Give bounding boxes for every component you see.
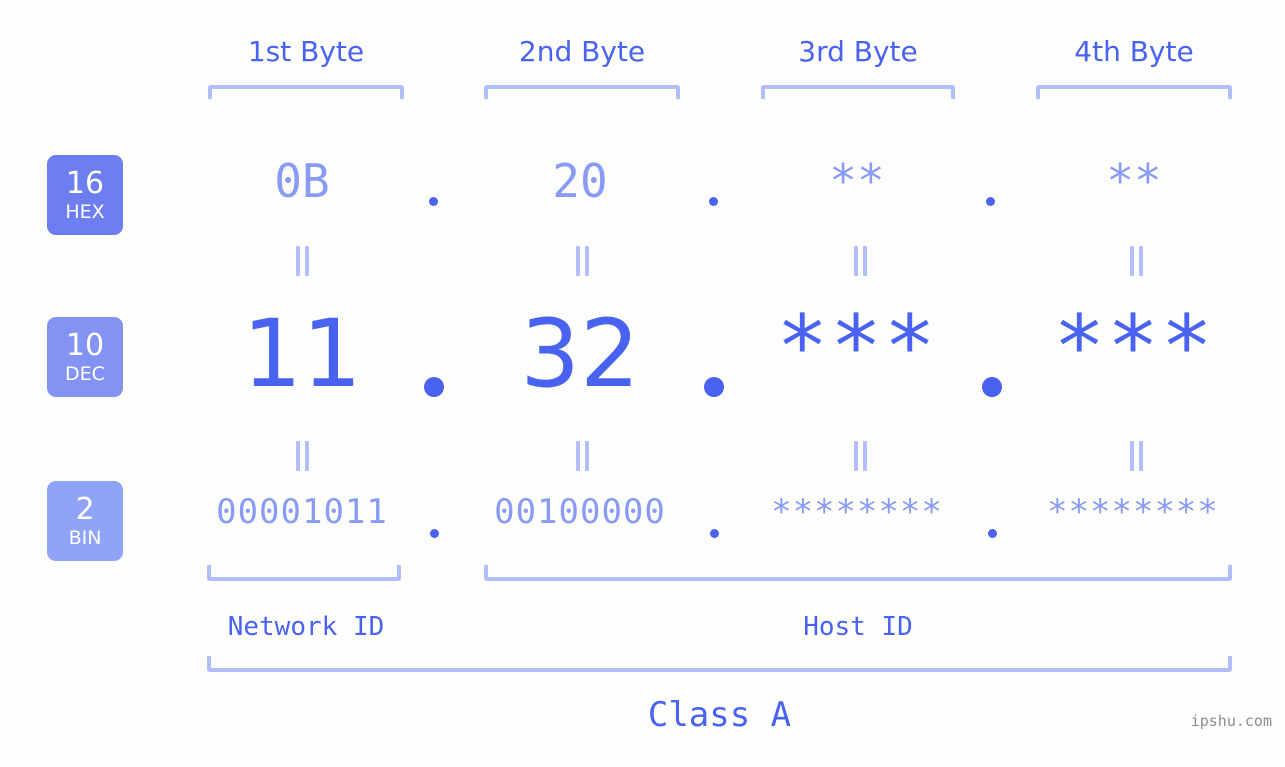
byte-bracket-top-3: [761, 85, 955, 99]
dec-byte-4: ***: [1053, 297, 1215, 397]
hex-byte-4: **: [1106, 154, 1162, 208]
base-badge-hex: 16 HEX: [47, 155, 123, 235]
dec-byte-3: ***: [776, 297, 938, 397]
byte-bracket-top-4: [1036, 85, 1232, 99]
dec-dot-separator-3: [982, 377, 1002, 397]
bin-byte-4: ********: [1047, 492, 1219, 532]
equals-marker-hex-dec-1: [291, 246, 313, 276]
base-badge-bin: 2 BIN: [47, 481, 123, 561]
base-badge-dec-number: 10: [65, 327, 105, 363]
base-badge-bin-number: 2: [75, 491, 95, 527]
equals-marker-dec-bin-4: [1125, 441, 1147, 471]
equals-marker-dec-bin-3: [849, 441, 871, 471]
byte-bracket-top-2: [484, 85, 680, 99]
hex-dot-separator-2: [709, 197, 718, 206]
bin-byte-1: 00001011: [216, 492, 388, 532]
equals-marker-hex-dec-3: [849, 246, 871, 276]
hex-byte-2: 20: [552, 154, 608, 208]
host-id-label: Host ID: [803, 612, 913, 642]
bin-byte-3: ********: [771, 492, 943, 532]
hex-dot-separator-1: [429, 197, 438, 206]
base-badge-hex-name: HEX: [65, 200, 105, 223]
hex-byte-1: 0B: [274, 154, 330, 208]
class-label: Class A: [647, 695, 792, 735]
ip-address-breakdown-diagram: 1st Byte 2nd Byte 3rd Byte 4th Byte 16 H…: [0, 0, 1285, 767]
host-id-bracket: [484, 565, 1232, 581]
network-id-bracket: [207, 565, 401, 581]
byte-header-4: 4th Byte: [1074, 35, 1194, 68]
hex-dot-separator-3: [986, 197, 995, 206]
bin-byte-2: 00100000: [494, 492, 666, 532]
byte-header-2: 2nd Byte: [518, 35, 646, 68]
site-watermark: ipshu.com: [1190, 712, 1272, 730]
base-badge-dec-name: DEC: [65, 362, 105, 385]
base-badge-hex-number: 16: [65, 165, 105, 201]
byte-header-1: 1st Byte: [247, 35, 365, 68]
byte-header-3: 3rd Byte: [798, 35, 918, 68]
dec-byte-1: 11: [242, 300, 362, 409]
network-id-label: Network ID: [227, 612, 385, 642]
bin-dot-separator-2: [710, 529, 719, 538]
base-badge-bin-name: BIN: [68, 526, 102, 549]
equals-marker-dec-bin-1: [291, 441, 313, 471]
equals-marker-dec-bin-2: [571, 441, 593, 471]
class-bracket: [207, 656, 1232, 672]
byte-bracket-top-1: [208, 85, 404, 99]
bin-dot-separator-3: [988, 529, 997, 538]
hex-byte-3: **: [829, 154, 885, 208]
dec-dot-separator-1: [424, 377, 444, 397]
dec-dot-separator-2: [704, 377, 724, 397]
bin-dot-separator-1: [430, 529, 439, 538]
base-badge-dec: 10 DEC: [47, 317, 123, 397]
equals-marker-hex-dec-4: [1125, 246, 1147, 276]
dec-byte-2: 32: [520, 300, 640, 409]
equals-marker-hex-dec-2: [571, 246, 593, 276]
